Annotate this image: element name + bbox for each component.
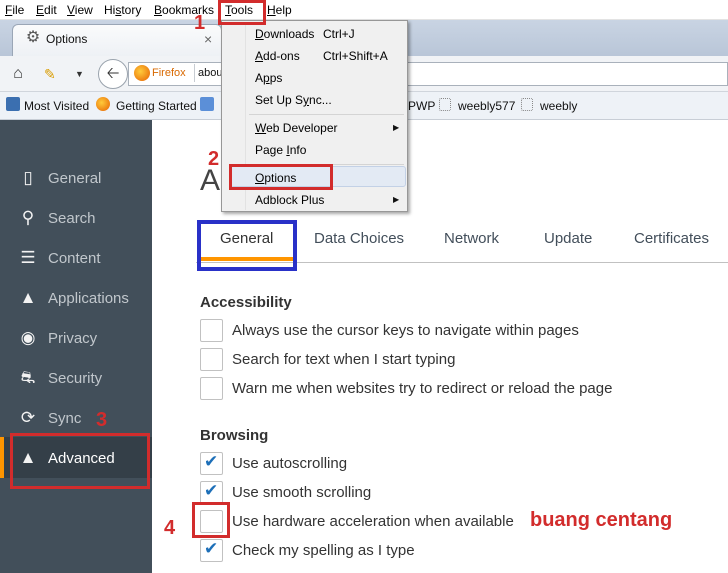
menu-edit[interactable]: Edit [36,3,57,17]
annotation-box-tools [218,0,266,25]
general-icon: ▯ [23,168,33,187]
annotation-step-1: 1 [194,12,206,34]
sidebar-active-indicator [0,437,4,478]
menu-bar: File Edit View History Bookmarks Tools H… [0,0,728,20]
sync-icon: ⟳ [20,408,36,427]
menu-item-setup-sync[interactable]: Set Up Sync... [255,93,332,107]
label-smooth-scrolling[interactable]: Use smooth scrolling [232,484,371,501]
back-button[interactable]: 🡠 [98,59,128,89]
firefox-icon [96,97,110,111]
translate-icon [200,97,214,111]
menu-item-downloads[interactable]: Downloads [255,27,314,41]
sidebar-item-sync[interactable]: Sync [48,410,81,427]
label-cursor-keys[interactable]: Always use the cursor keys to navigate w… [232,322,579,339]
checkbox-autoscrolling[interactable] [200,452,223,475]
arrow-left-icon: 🡠 [106,65,120,82]
checkbox-spell-check[interactable] [200,539,223,562]
annotation-step-4: 4 [164,517,176,539]
checkbox-cursor-keys[interactable] [200,319,223,342]
menu-view[interactable]: View [67,3,93,17]
bookmark-weebly[interactable]: weebly [540,99,577,113]
chevron-down-icon[interactable]: ▼ [75,64,85,84]
page-icon [521,98,533,111]
bookmark-most-visited[interactable]: Most Visited [24,99,89,113]
checkbox-smooth-scrolling[interactable] [200,481,223,504]
annotation-step-2: 2 [208,148,220,170]
annotation-box-advanced [10,433,150,489]
sidebar-item-general[interactable]: General [48,170,101,187]
label-spell-check[interactable]: Check my spelling as I type [232,542,415,559]
submenu-arrow-icon: ▶ [393,195,400,204]
checkbox-warn-redirect[interactable] [200,377,223,400]
menu-item-adblock-plus[interactable]: Adblock Plus [255,193,324,207]
menu-separator [249,114,404,115]
menu-file[interactable]: File [5,3,24,17]
annotation-note: buang centang [530,509,673,531]
tab-data-choices[interactable]: Data Choices [314,230,404,247]
bookmarks-star-folder-icon [6,97,20,111]
url-identity-label[interactable]: Firefox [152,67,186,79]
shortcut-addons: Ctrl+Shift+A [323,49,388,63]
checkbox-search-typing[interactable] [200,348,223,371]
sidebar-item-security[interactable]: Security [48,370,102,387]
tab-network[interactable]: Network [444,230,499,247]
shortcut-downloads: Ctrl+J [323,27,355,41]
menu-item-page-info[interactable]: Page Info [255,143,306,157]
label-hardware-acceleration[interactable]: Use hardware acceleration when available [232,513,514,530]
label-search-typing[interactable]: Search for text when I start typing [232,351,455,368]
content-icon: ☰ [20,248,36,267]
sidebar-item-applications[interactable]: Applications [48,290,129,307]
home-icon[interactable]: ⌂ [8,64,28,84]
menu-item-addons[interactable]: Add-ons [255,49,300,63]
annotation-step-3: 3 [96,409,108,431]
submenu-arrow-icon: ▶ [393,123,400,132]
annotation-box-hardware-checkbox [192,502,230,538]
tab-certificates[interactable]: Certificates [634,230,709,247]
url-text[interactable]: abou [198,67,222,79]
firefox-icon [134,65,150,81]
menu-help[interactable]: Help [267,3,292,17]
menu-item-web-developer[interactable]: Web Developer [255,121,338,135]
browser-tab-options[interactable] [12,24,222,56]
menu-history[interactable]: History [104,3,141,17]
section-title-accessibility: Accessibility [200,294,292,311]
bookmark-getting-started[interactable]: Getting Started [116,99,197,113]
close-tab-icon[interactable]: × [204,31,212,47]
gear-icon: ⚙ [25,29,41,46]
bookmark-weebly577[interactable]: weebly577 [458,99,515,113]
search-icon: ⚲ [21,208,35,227]
tab-update[interactable]: Update [544,230,592,247]
section-title-browsing: Browsing [200,427,269,444]
sidebar-item-search[interactable]: Search [48,210,96,227]
bookmark-pwp[interactable]: PWP [408,99,435,113]
page-icon [439,98,451,111]
security-icon: ⛐ [20,368,36,387]
privacy-mask-icon: ◉ [20,328,36,347]
sidebar-item-content[interactable]: Content [48,250,101,267]
pencil-icon[interactable]: ✎ [44,64,62,84]
browser-tab-label: Options [46,32,88,46]
sidebar-item-privacy[interactable]: Privacy [48,330,97,347]
url-divider [194,64,195,82]
label-autoscrolling[interactable]: Use autoscrolling [232,455,347,472]
applications-icon: ▲ [19,288,37,307]
label-warn-redirect[interactable]: Warn me when websites try to redirect or… [232,380,612,397]
annotation-box-options [229,164,333,190]
menu-item-apps[interactable]: Apps [255,71,282,85]
annotation-box-general-tab [197,220,297,271]
